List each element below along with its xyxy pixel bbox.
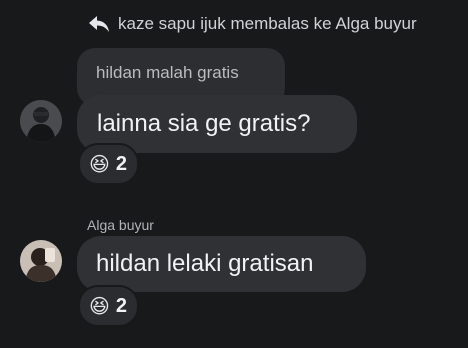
quoted-message-text: hildan malah gratis bbox=[96, 63, 239, 82]
message-text: hildan lelaki gratisan bbox=[96, 250, 314, 277]
reaction-count: 2 bbox=[115, 152, 127, 175]
avatar[interactable] bbox=[20, 100, 62, 142]
message-text: lainna sia ge gratis? bbox=[97, 110, 311, 137]
reaction-badge[interactable]: 😆 2 bbox=[78, 285, 139, 327]
reply-header: kaze sapu ijuk membalas ke Alga buyur bbox=[88, 14, 417, 34]
message-bubble[interactable]: hildan lelaki gratisan bbox=[77, 236, 366, 292]
laughing-emoji-icon: 😆 bbox=[89, 295, 110, 318]
laughing-emoji-icon: 😆 bbox=[89, 153, 110, 176]
reply-arrow-icon bbox=[88, 15, 110, 33]
avatar[interactable] bbox=[20, 240, 62, 282]
reaction-badge[interactable]: 😆 2 bbox=[78, 143, 139, 185]
reaction-count: 2 bbox=[115, 294, 127, 317]
sender-name: Alga buyur bbox=[87, 217, 154, 233]
reply-header-text: kaze sapu ijuk membalas ke Alga buyur bbox=[118, 14, 417, 33]
